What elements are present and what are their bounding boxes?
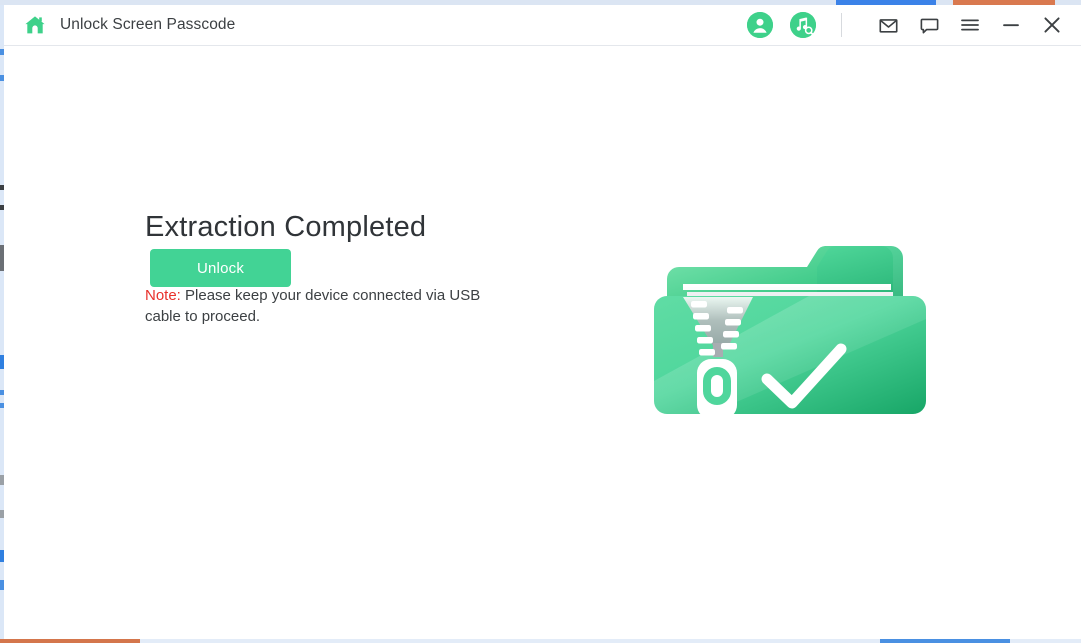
zip-folder-completed-illustration [649,231,949,441]
hamburger-menu-icon[interactable] [953,8,987,42]
desktop-bleed-bottom-orange [0,639,140,643]
title-bar-actions [747,5,1081,46]
app-title: Unlock Screen Passcode [60,16,236,33]
close-icon[interactable] [1035,8,1069,42]
unlock-button[interactable]: Unlock [150,249,291,287]
app-window: Unlock Screen Passcode Extraction Comple… [4,5,1081,639]
title-bar-divider [841,13,842,37]
content-area: Extraction Completed Note: Please keep y… [4,46,1081,638]
feedback-speech-bubble-icon[interactable] [912,8,946,42]
home-icon[interactable] [22,12,48,38]
title-bar: Unlock Screen Passcode [4,5,1081,46]
app-root: Unlock Screen Passcode Extraction Comple… [0,0,1081,643]
note-body: Please keep your device connected via US… [145,286,481,325]
minimize-icon[interactable] [994,8,1028,42]
desktop-bleed-bottom-blue [880,639,1010,643]
note-label: Note: [145,286,181,304]
note-text: Note: Please keep your device connected … [145,285,500,327]
mail-envelope-icon[interactable] [871,8,905,42]
page-title: Extraction Completed [145,211,427,243]
music-search-icon[interactable] [790,12,816,38]
account-avatar-icon[interactable] [747,12,773,38]
